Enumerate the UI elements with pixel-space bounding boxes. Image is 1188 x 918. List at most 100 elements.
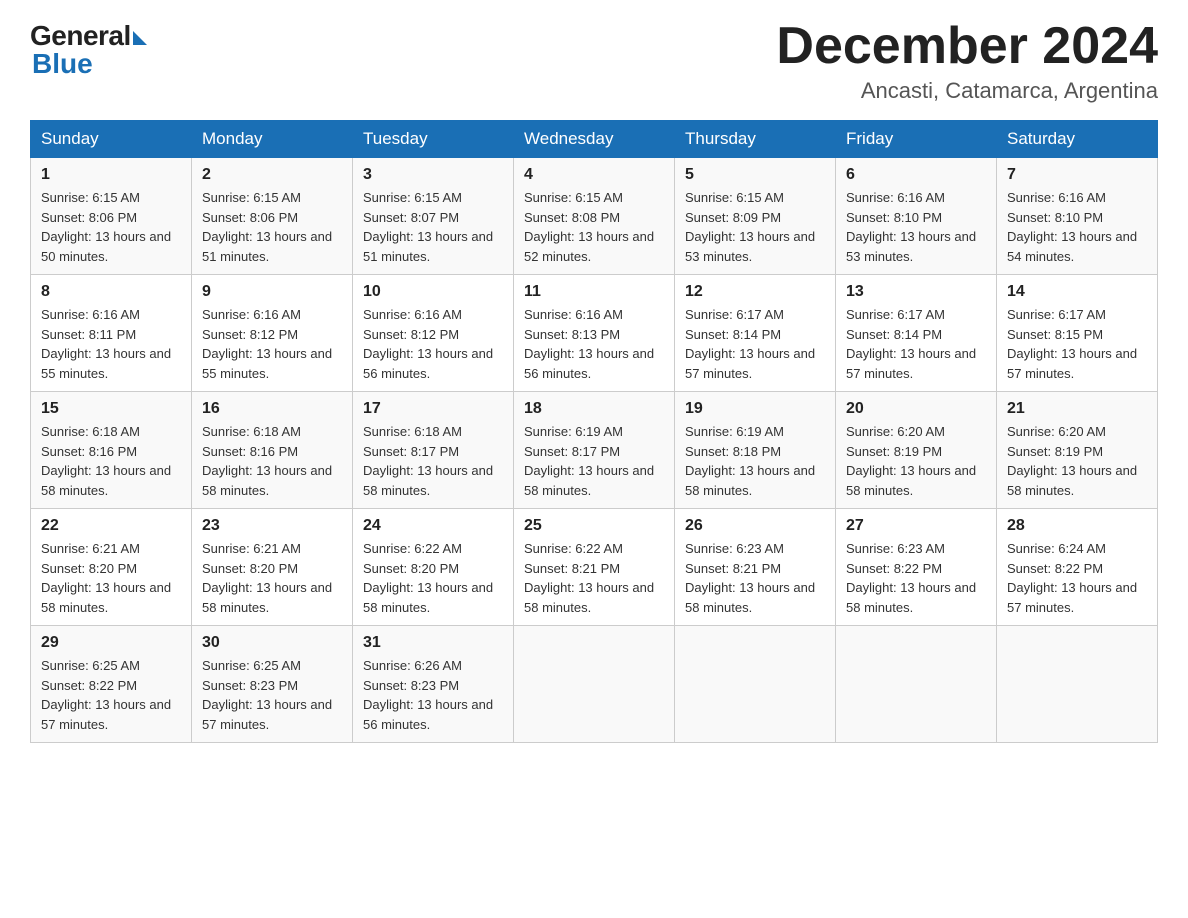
table-row: 29 Sunrise: 6:25 AM Sunset: 8:22 PM Dayl…: [31, 626, 192, 743]
day-number: 8: [41, 283, 181, 301]
day-number: 12: [685, 283, 825, 301]
day-number: 16: [202, 400, 342, 418]
day-info: Sunrise: 6:26 AM Sunset: 8:23 PM Dayligh…: [363, 656, 503, 734]
day-number: 28: [1007, 517, 1147, 535]
day-info: Sunrise: 6:18 AM Sunset: 8:16 PM Dayligh…: [202, 422, 342, 500]
day-number: 21: [1007, 400, 1147, 418]
table-row: 25 Sunrise: 6:22 AM Sunset: 8:21 PM Dayl…: [514, 509, 675, 626]
day-info: Sunrise: 6:18 AM Sunset: 8:17 PM Dayligh…: [363, 422, 503, 500]
table-row: 4 Sunrise: 6:15 AM Sunset: 8:08 PM Dayli…: [514, 158, 675, 275]
month-year-title: December 2024: [776, 20, 1158, 72]
col-wednesday: Wednesday: [514, 121, 675, 158]
logo-blue-text: Blue: [32, 48, 93, 80]
table-row: 31 Sunrise: 6:26 AM Sunset: 8:23 PM Dayl…: [353, 626, 514, 743]
day-number: 13: [846, 283, 986, 301]
day-number: 5: [685, 166, 825, 184]
day-number: 31: [363, 634, 503, 652]
day-info: Sunrise: 6:20 AM Sunset: 8:19 PM Dayligh…: [1007, 422, 1147, 500]
day-number: 2: [202, 166, 342, 184]
table-row: [675, 626, 836, 743]
table-row: 8 Sunrise: 6:16 AM Sunset: 8:11 PM Dayli…: [31, 275, 192, 392]
day-info: Sunrise: 6:17 AM Sunset: 8:14 PM Dayligh…: [846, 305, 986, 383]
day-number: 29: [41, 634, 181, 652]
logo-triangle-icon: [133, 31, 147, 45]
table-row: 10 Sunrise: 6:16 AM Sunset: 8:12 PM Dayl…: [353, 275, 514, 392]
day-info: Sunrise: 6:15 AM Sunset: 8:09 PM Dayligh…: [685, 188, 825, 266]
day-info: Sunrise: 6:21 AM Sunset: 8:20 PM Dayligh…: [202, 539, 342, 617]
calendar-week-row: 1 Sunrise: 6:15 AM Sunset: 8:06 PM Dayli…: [31, 158, 1158, 275]
day-info: Sunrise: 6:25 AM Sunset: 8:22 PM Dayligh…: [41, 656, 181, 734]
table-row: 19 Sunrise: 6:19 AM Sunset: 8:18 PM Dayl…: [675, 392, 836, 509]
table-row: 2 Sunrise: 6:15 AM Sunset: 8:06 PM Dayli…: [192, 158, 353, 275]
day-number: 3: [363, 166, 503, 184]
day-number: 9: [202, 283, 342, 301]
table-row: 30 Sunrise: 6:25 AM Sunset: 8:23 PM Dayl…: [192, 626, 353, 743]
table-row: [997, 626, 1158, 743]
day-number: 22: [41, 517, 181, 535]
day-info: Sunrise: 6:16 AM Sunset: 8:11 PM Dayligh…: [41, 305, 181, 383]
day-number: 23: [202, 517, 342, 535]
table-row: 14 Sunrise: 6:17 AM Sunset: 8:15 PM Dayl…: [997, 275, 1158, 392]
table-row: 26 Sunrise: 6:23 AM Sunset: 8:21 PM Dayl…: [675, 509, 836, 626]
day-info: Sunrise: 6:21 AM Sunset: 8:20 PM Dayligh…: [41, 539, 181, 617]
table-row: 17 Sunrise: 6:18 AM Sunset: 8:17 PM Dayl…: [353, 392, 514, 509]
day-number: 11: [524, 283, 664, 301]
day-info: Sunrise: 6:18 AM Sunset: 8:16 PM Dayligh…: [41, 422, 181, 500]
day-info: Sunrise: 6:15 AM Sunset: 8:06 PM Dayligh…: [202, 188, 342, 266]
day-info: Sunrise: 6:16 AM Sunset: 8:13 PM Dayligh…: [524, 305, 664, 383]
page-header: General Blue December 2024 Ancasti, Cata…: [30, 20, 1158, 104]
col-thursday: Thursday: [675, 121, 836, 158]
logo: General Blue: [30, 20, 147, 80]
day-number: 30: [202, 634, 342, 652]
day-info: Sunrise: 6:15 AM Sunset: 8:08 PM Dayligh…: [524, 188, 664, 266]
day-number: 20: [846, 400, 986, 418]
day-number: 6: [846, 166, 986, 184]
table-row: 5 Sunrise: 6:15 AM Sunset: 8:09 PM Dayli…: [675, 158, 836, 275]
day-number: 4: [524, 166, 664, 184]
day-number: 24: [363, 517, 503, 535]
calendar-week-row: 29 Sunrise: 6:25 AM Sunset: 8:22 PM Dayl…: [31, 626, 1158, 743]
day-info: Sunrise: 6:24 AM Sunset: 8:22 PM Dayligh…: [1007, 539, 1147, 617]
day-info: Sunrise: 6:17 AM Sunset: 8:15 PM Dayligh…: [1007, 305, 1147, 383]
table-row: 18 Sunrise: 6:19 AM Sunset: 8:17 PM Dayl…: [514, 392, 675, 509]
table-row: 28 Sunrise: 6:24 AM Sunset: 8:22 PM Dayl…: [997, 509, 1158, 626]
table-row: 7 Sunrise: 6:16 AM Sunset: 8:10 PM Dayli…: [997, 158, 1158, 275]
table-row: 15 Sunrise: 6:18 AM Sunset: 8:16 PM Dayl…: [31, 392, 192, 509]
table-row: 13 Sunrise: 6:17 AM Sunset: 8:14 PM Dayl…: [836, 275, 997, 392]
day-info: Sunrise: 6:15 AM Sunset: 8:06 PM Dayligh…: [41, 188, 181, 266]
day-info: Sunrise: 6:19 AM Sunset: 8:18 PM Dayligh…: [685, 422, 825, 500]
table-row: 1 Sunrise: 6:15 AM Sunset: 8:06 PM Dayli…: [31, 158, 192, 275]
day-info: Sunrise: 6:22 AM Sunset: 8:20 PM Dayligh…: [363, 539, 503, 617]
day-info: Sunrise: 6:25 AM Sunset: 8:23 PM Dayligh…: [202, 656, 342, 734]
day-number: 17: [363, 400, 503, 418]
day-number: 15: [41, 400, 181, 418]
day-number: 7: [1007, 166, 1147, 184]
day-info: Sunrise: 6:23 AM Sunset: 8:21 PM Dayligh…: [685, 539, 825, 617]
table-row: 12 Sunrise: 6:17 AM Sunset: 8:14 PM Dayl…: [675, 275, 836, 392]
calendar-header-row: Sunday Monday Tuesday Wednesday Thursday…: [31, 121, 1158, 158]
calendar-week-row: 8 Sunrise: 6:16 AM Sunset: 8:11 PM Dayli…: [31, 275, 1158, 392]
day-info: Sunrise: 6:17 AM Sunset: 8:14 PM Dayligh…: [685, 305, 825, 383]
day-info: Sunrise: 6:15 AM Sunset: 8:07 PM Dayligh…: [363, 188, 503, 266]
day-number: 26: [685, 517, 825, 535]
table-row: 20 Sunrise: 6:20 AM Sunset: 8:19 PM Dayl…: [836, 392, 997, 509]
calendar-week-row: 22 Sunrise: 6:21 AM Sunset: 8:20 PM Dayl…: [31, 509, 1158, 626]
table-row: 9 Sunrise: 6:16 AM Sunset: 8:12 PM Dayli…: [192, 275, 353, 392]
day-info: Sunrise: 6:23 AM Sunset: 8:22 PM Dayligh…: [846, 539, 986, 617]
day-number: 1: [41, 166, 181, 184]
calendar-table: Sunday Monday Tuesday Wednesday Thursday…: [30, 120, 1158, 743]
day-info: Sunrise: 6:16 AM Sunset: 8:12 PM Dayligh…: [202, 305, 342, 383]
day-number: 19: [685, 400, 825, 418]
title-section: December 2024 Ancasti, Catamarca, Argent…: [776, 20, 1158, 104]
table-row: 24 Sunrise: 6:22 AM Sunset: 8:20 PM Dayl…: [353, 509, 514, 626]
table-row: 6 Sunrise: 6:16 AM Sunset: 8:10 PM Dayli…: [836, 158, 997, 275]
col-sunday: Sunday: [31, 121, 192, 158]
day-number: 14: [1007, 283, 1147, 301]
day-info: Sunrise: 6:16 AM Sunset: 8:12 PM Dayligh…: [363, 305, 503, 383]
day-info: Sunrise: 6:19 AM Sunset: 8:17 PM Dayligh…: [524, 422, 664, 500]
table-row: [836, 626, 997, 743]
day-info: Sunrise: 6:16 AM Sunset: 8:10 PM Dayligh…: [1007, 188, 1147, 266]
table-row: 23 Sunrise: 6:21 AM Sunset: 8:20 PM Dayl…: [192, 509, 353, 626]
table-row: [514, 626, 675, 743]
table-row: 11 Sunrise: 6:16 AM Sunset: 8:13 PM Dayl…: [514, 275, 675, 392]
